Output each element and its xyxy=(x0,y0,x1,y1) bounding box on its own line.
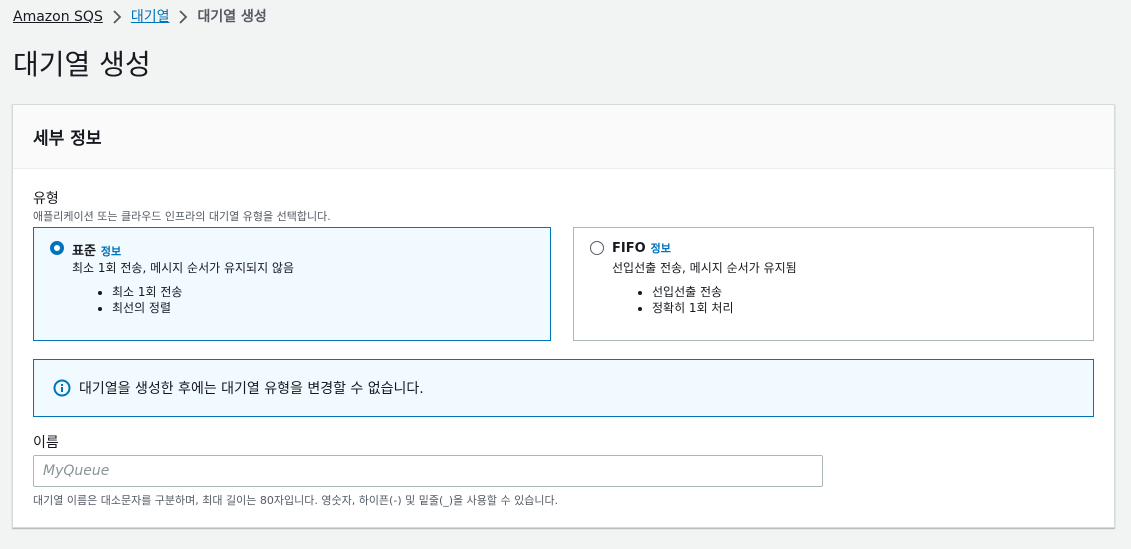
standard-radio[interactable] xyxy=(50,241,64,255)
chevron-right-icon xyxy=(107,8,127,26)
info-circle-icon xyxy=(53,379,71,397)
queue-type-fifo-tile[interactable]: FIFO 정보 선입선출 전송, 메시지 순서가 유지됨 선입선출 전송 정확히 … xyxy=(573,227,1094,341)
panel-title: 세부 정보 xyxy=(33,129,102,149)
standard-title: 표준 정보 xyxy=(72,240,121,259)
page-title: 대기열 생성 xyxy=(13,48,151,81)
breadcrumb: Amazon SQS 대기열 대기열 생성 xyxy=(13,8,267,26)
name-field-label: 이름 xyxy=(33,435,59,451)
list-item: 최선의 정렬 xyxy=(112,300,182,316)
fifo-title-text: FIFO xyxy=(612,241,646,256)
standard-bullets: 최소 1회 전송 최선의 정렬 xyxy=(96,284,182,316)
fifo-radio[interactable] xyxy=(590,241,604,255)
name-field-constraint: 대기열 이름은 대소문자를 구분하며, 최대 길이는 80자입니다. 영숫자, … xyxy=(33,494,559,507)
breadcrumb-current: 대기열 생성 xyxy=(197,9,267,25)
list-item: 정확히 1회 처리 xyxy=(652,300,734,316)
type-field-description: 애플리케이션 또는 클라우드 인프라의 대기열 유형을 선택합니다. xyxy=(33,210,331,223)
details-panel: 세부 정보 유형 애플리케이션 또는 클라우드 인프라의 대기열 유형을 선택합… xyxy=(12,104,1115,528)
chevron-right-icon xyxy=(173,8,193,26)
standard-description: 최소 1회 전송, 메시지 순서가 유지되지 않음 xyxy=(72,261,295,275)
queue-name-input[interactable] xyxy=(33,455,823,487)
type-field-label: 유형 xyxy=(33,191,59,207)
fifo-info-link[interactable]: 정보 xyxy=(651,242,671,255)
queue-type-standard-tile[interactable]: 표준 정보 최소 1회 전송, 메시지 순서가 유지되지 않음 최소 1회 전송 … xyxy=(33,227,551,341)
fifo-title: FIFO 정보 xyxy=(612,240,671,256)
fifo-description: 선입선출 전송, 메시지 순서가 유지됨 xyxy=(612,261,797,275)
panel-header: 세부 정보 xyxy=(13,105,1114,169)
list-item: 최소 1회 전송 xyxy=(112,284,182,300)
breadcrumb-link-queues[interactable]: 대기열 xyxy=(131,8,170,26)
breadcrumb-link-amazon-sqs[interactable]: Amazon SQS xyxy=(13,8,103,26)
list-item: 선입선출 전송 xyxy=(652,284,734,300)
info-alert: 대기열을 생성한 후에는 대기열 유형을 변경할 수 없습니다. xyxy=(33,359,1094,417)
fifo-bullets: 선입선출 전송 정확히 1회 처리 xyxy=(636,284,734,316)
standard-title-text: 표준 xyxy=(72,244,96,259)
standard-info-link[interactable]: 정보 xyxy=(101,245,121,258)
alert-text: 대기열을 생성한 후에는 대기열 유형을 변경할 수 없습니다. xyxy=(79,381,424,397)
